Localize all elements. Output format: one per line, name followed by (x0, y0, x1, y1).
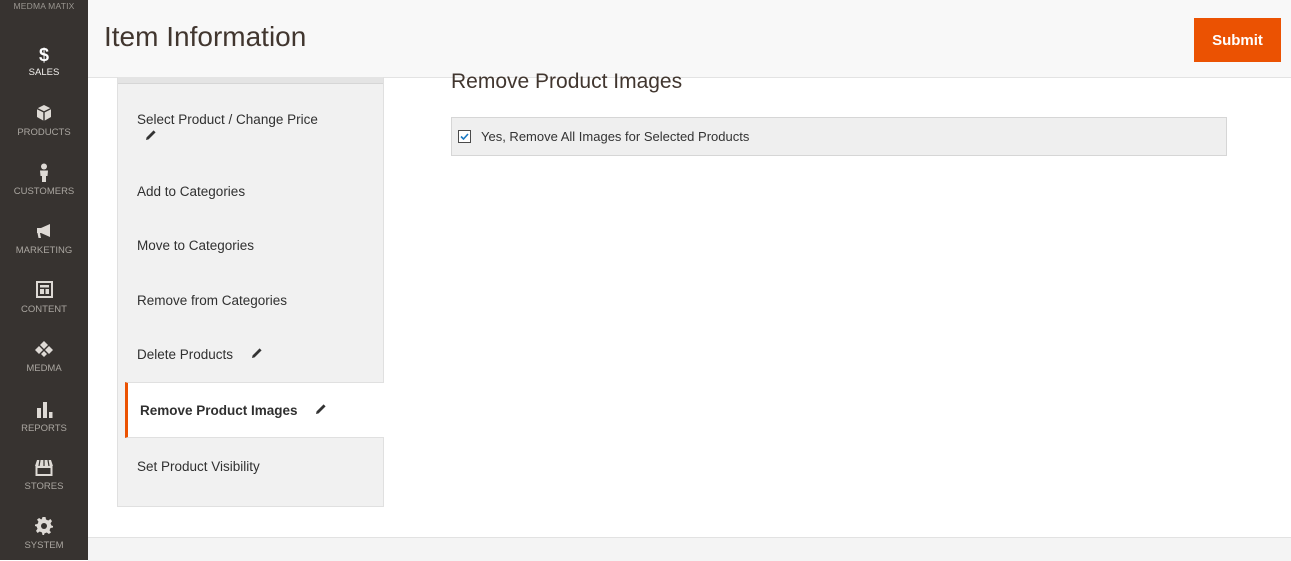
menu-item-sales[interactable]: $ SALES (0, 44, 88, 78)
menu-item-medma[interactable]: MEDMA (0, 340, 88, 374)
menu-item-label: CUSTOMERS (13, 186, 75, 197)
layout-icon (0, 281, 88, 303)
dollar-icon: $ (38, 45, 49, 65)
tab-label: Delete Products (137, 347, 234, 362)
menu-item-label: STORES (24, 481, 64, 492)
megaphone-icon (0, 222, 88, 244)
menu-item-label: MEDMA (26, 363, 62, 374)
menu-item-customers[interactable]: CUSTOMERS (0, 163, 88, 197)
page-header: Item Information Submit (88, 0, 1291, 78)
tab-label: Set Product Visibility (137, 459, 260, 474)
menu-item-products[interactable]: PRODUCTS (0, 104, 88, 138)
bar-chart-icon (0, 400, 88, 422)
page-footer (88, 537, 1291, 561)
tab-move-to-categories[interactable]: Move to Categories (118, 236, 383, 256)
tab-set-product-visibility[interactable]: Set Product Visibility (118, 457, 383, 477)
tab-label: Remove Product Images (140, 403, 298, 418)
section-title: Remove Product Images (451, 70, 683, 93)
menu-item-reports[interactable]: REPORTS (0, 400, 88, 434)
remove-images-checkbox[interactable] (458, 130, 471, 143)
brand-label: MEDMA MATIX (13, 1, 75, 11)
pencil-icon (251, 345, 263, 365)
cube-icon (0, 104, 88, 126)
pencil-icon (315, 383, 327, 439)
tab-label: Select Product / Change Price (137, 112, 318, 127)
submit-button[interactable]: Submit (1194, 18, 1281, 62)
tab-remove-product-images[interactable]: Remove Product Images (125, 382, 384, 438)
menu-item-label: PRODUCTS (17, 127, 71, 138)
menu-item-marketing[interactable]: MARKETING (0, 222, 88, 256)
menu-item-label: MARKETING (15, 245, 73, 256)
tab-delete-products[interactable]: Delete Products (118, 345, 383, 365)
page-title: Item Information (104, 21, 307, 52)
menu-item-content[interactable]: CONTENT (0, 281, 88, 315)
remove-images-option[interactable]: Yes, Remove All Images for Selected Prod… (451, 117, 1227, 156)
menu-item-label: CONTENT (21, 304, 67, 315)
menu-item-system[interactable]: SYSTEM (0, 517, 88, 551)
menu-item-label: REPORTS (21, 423, 67, 434)
admin-menu: MEDMA MATIX $ SALES PRODUCTS CUSTOMERS M… (0, 0, 88, 560)
tab-label: Move to Categories (137, 238, 255, 253)
menu-item-stores[interactable]: STORES (0, 458, 88, 492)
tabs-top-divider (118, 77, 383, 84)
menu-item-label: SYSTEM (24, 540, 64, 551)
diamond-icon (0, 340, 88, 362)
gear-icon (0, 517, 88, 539)
tab-label: Remove from Categories (137, 293, 288, 308)
pencil-icon (145, 128, 157, 145)
tab-remove-from-categories[interactable]: Remove from Categories (118, 291, 383, 311)
item-tabs: Select Product / Change Price Add to Cat… (117, 77, 384, 507)
remove-images-label[interactable]: Yes, Remove All Images for Selected Prod… (481, 129, 749, 144)
person-icon (0, 163, 88, 185)
store-icon (0, 458, 88, 480)
tab-select-product[interactable]: Select Product / Change Price (118, 111, 383, 145)
tab-label: Add to Categories (137, 184, 246, 199)
menu-item-label: SALES (28, 67, 60, 78)
tab-add-to-categories[interactable]: Add to Categories (118, 182, 383, 202)
